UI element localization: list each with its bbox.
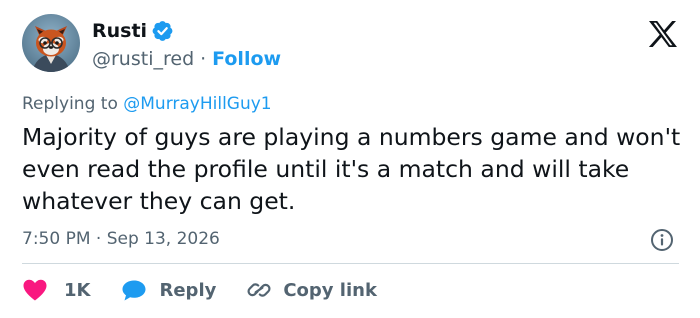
follow-button[interactable]: Follow xyxy=(212,48,281,70)
author-display-name[interactable]: Rusti xyxy=(92,20,147,42)
author-name-row: Rusti xyxy=(92,20,174,42)
reply-context: Replying to @MurrayHillGuy1 xyxy=(22,94,272,114)
verified-badge-icon xyxy=(152,20,174,42)
x-logo-icon[interactable] xyxy=(648,20,678,48)
tweet-timestamp[interactable]: 7:50 PM · Sep 13, 2026 xyxy=(22,229,220,249)
action-bar: 1K Reply Copy link xyxy=(22,276,377,304)
tweet-card: Rusti @rusti_red · Follow Replying to @M… xyxy=(0,0,700,318)
heart-icon xyxy=(22,278,48,302)
tweet-text: Majority of guys are playing a numbers g… xyxy=(22,123,681,215)
copy-link-button[interactable]: Copy link xyxy=(246,278,377,302)
reply-label: Reply xyxy=(159,279,217,301)
timestamp-separator: · xyxy=(95,229,102,249)
avatar[interactable] xyxy=(22,14,80,72)
link-icon xyxy=(246,278,272,302)
info-icon[interactable] xyxy=(650,228,674,252)
reply-button[interactable]: Reply xyxy=(121,278,216,302)
tweet-time: 7:50 PM xyxy=(22,229,91,249)
author-handle[interactable]: @rusti_red xyxy=(92,48,194,70)
like-button[interactable]: 1K xyxy=(22,278,90,302)
reply-context-prefix: Replying to xyxy=(22,94,118,114)
reply-target-link[interactable]: @MurrayHillGuy1 xyxy=(123,94,271,114)
separator-dot: · xyxy=(200,48,207,70)
like-count: 1K xyxy=(64,279,91,301)
tweet-date: Sep 13, 2026 xyxy=(106,229,220,249)
author-handle-row: @rusti_red · Follow xyxy=(92,48,281,70)
speech-bubble-icon xyxy=(121,278,147,302)
copy-link-label: Copy link xyxy=(283,279,377,301)
divider xyxy=(22,263,679,264)
